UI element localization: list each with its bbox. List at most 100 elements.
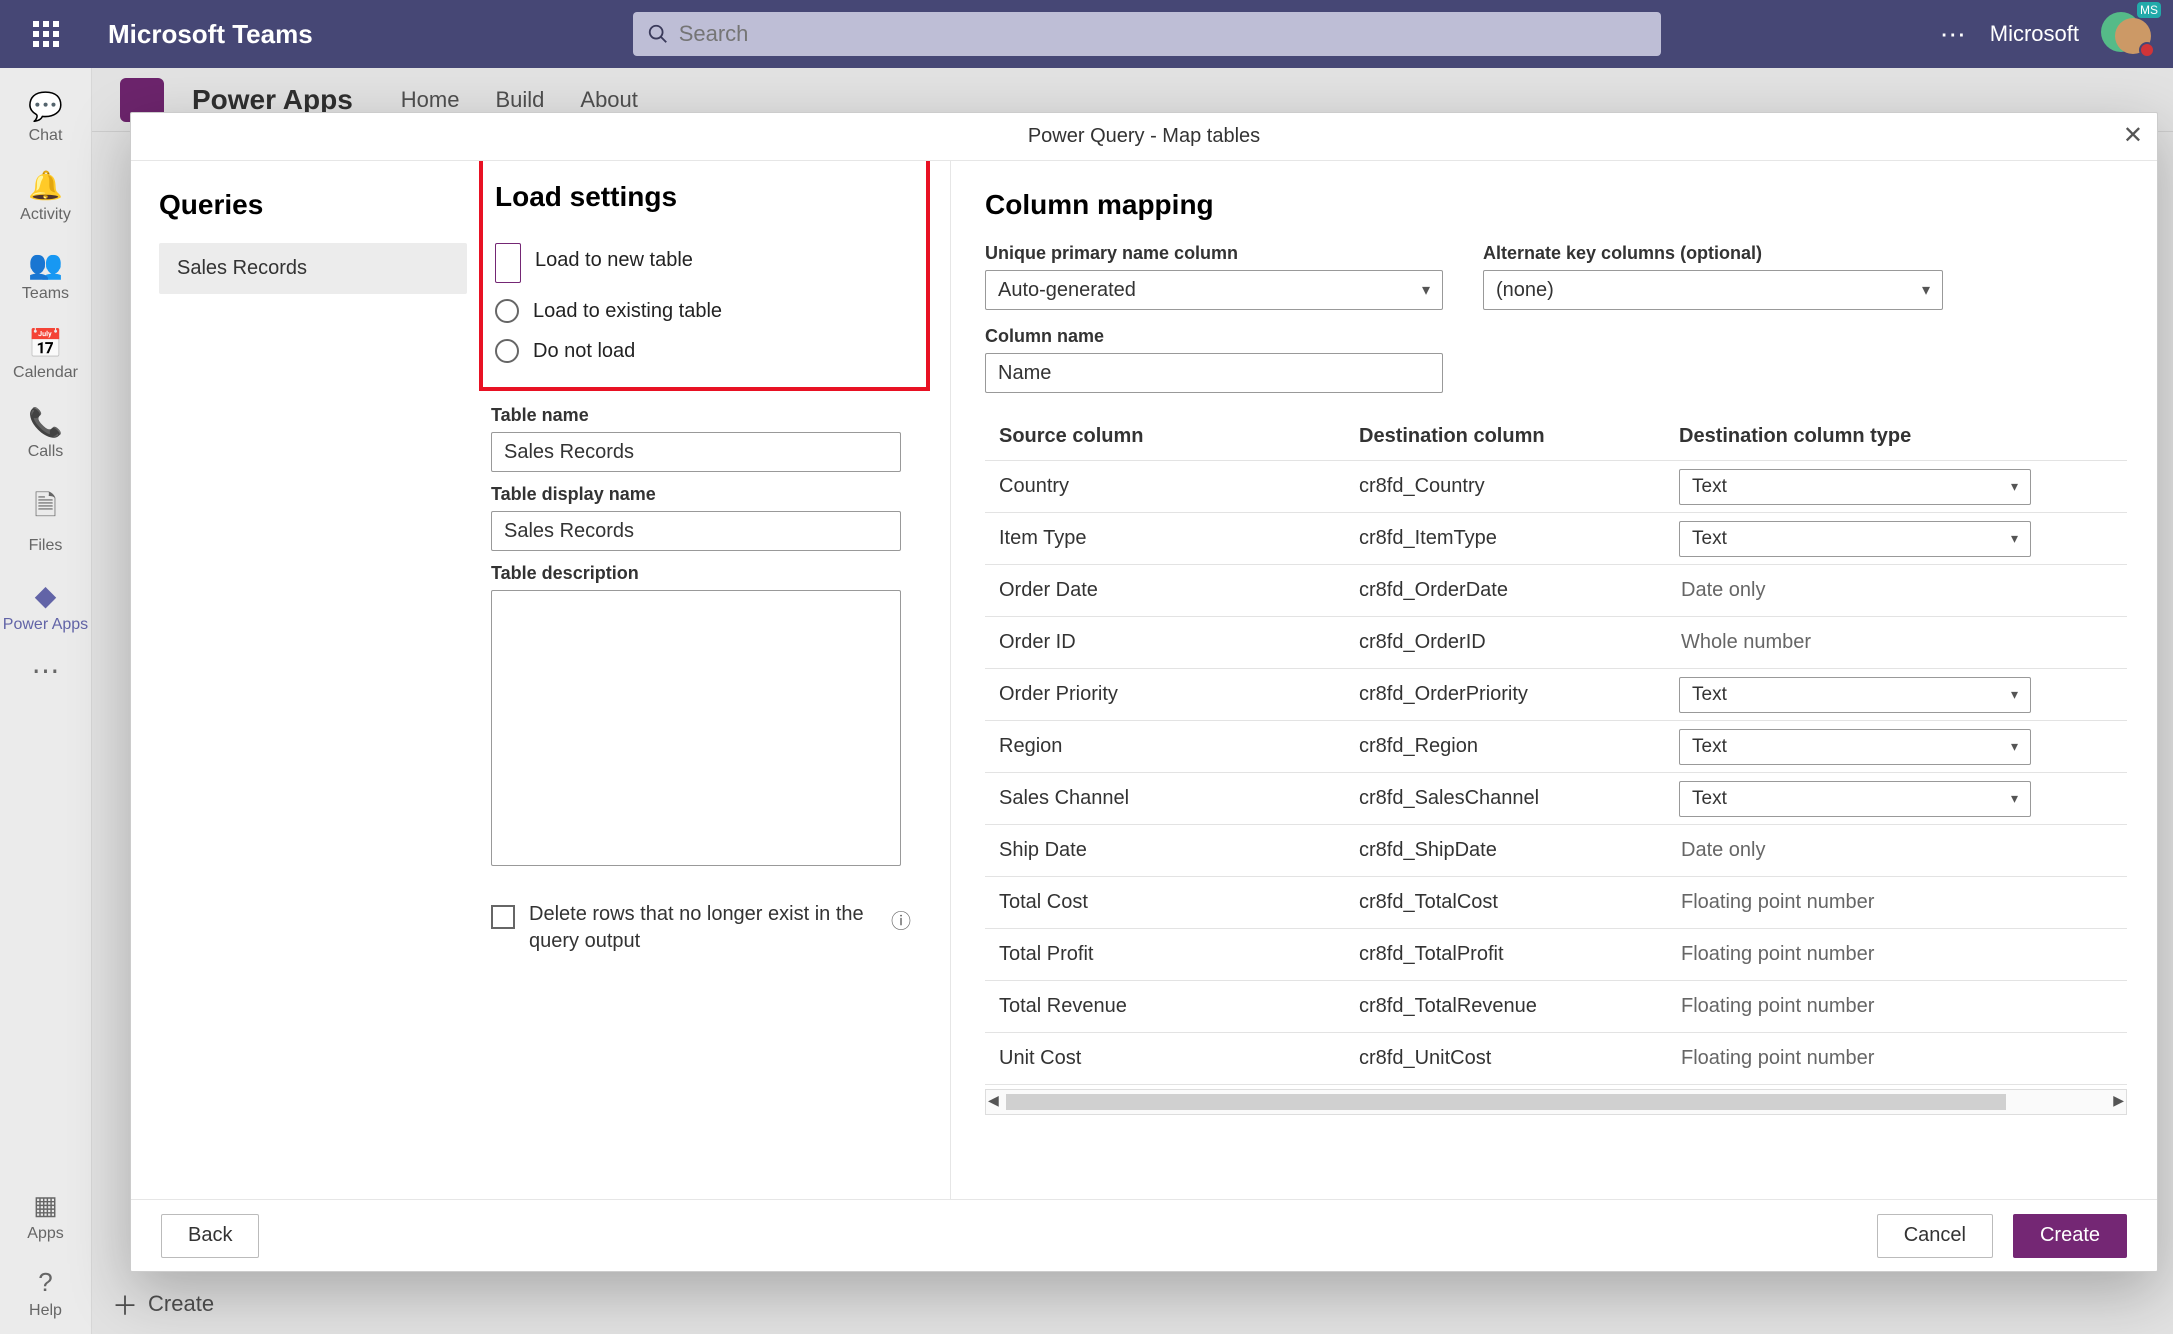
app-launcher-button[interactable] — [0, 21, 92, 47]
chevron-down-icon: ▾ — [2011, 478, 2018, 495]
load-option-none[interactable]: Do not load — [483, 333, 926, 373]
destination-column-cell: cr8fd_OrderPriority — [1359, 683, 1679, 706]
rail-item-activity[interactable]: 🔔Activity — [3, 159, 88, 238]
back-button[interactable]: Back — [161, 1214, 259, 1258]
mapping-row: Countrycr8fd_CountryText▾ — [985, 461, 2127, 513]
rail-item-label: Activity — [20, 206, 71, 223]
destination-type-select[interactable]: Text▾ — [1679, 677, 2031, 713]
rail-item-calendar[interactable]: 📅Calendar — [3, 317, 88, 396]
bg-tab[interactable]: About — [580, 87, 638, 113]
destination-type-readonly: Whole number — [1679, 631, 2127, 654]
destination-type-select[interactable]: Text▾ — [1679, 781, 2031, 817]
destination-type-select[interactable]: Text▾ — [1679, 729, 2031, 765]
destination-column-cell: cr8fd_ItemType — [1359, 527, 1679, 550]
source-column-cell: Unit Cost — [999, 1047, 1359, 1070]
bg-tab[interactable]: Home — [401, 87, 460, 113]
rail-item-apps[interactable]: ▦ Apps — [0, 1180, 91, 1257]
source-column-cell: Total Cost — [999, 891, 1359, 914]
destination-type-select[interactable]: Text ▾ — [1679, 521, 2031, 557]
header-source-column: Source column — [999, 425, 1359, 448]
search-input[interactable] — [679, 21, 1647, 47]
mapping-row: Sales Channelcr8fd_SalesChannelText▾ — [985, 773, 2127, 825]
radio-icon — [495, 299, 519, 323]
rail-item-help[interactable]: ? Help — [0, 1257, 91, 1334]
brand-title: Microsoft Teams — [108, 19, 313, 50]
destination-column-cell: cr8fd_OrderID — [1359, 631, 1679, 654]
waffle-icon — [33, 21, 59, 47]
source-column-cell: Total Profit — [999, 943, 1359, 966]
rail-item-chat[interactable]: 💬 Chat — [3, 80, 88, 159]
load-option-existing[interactable]: Load to existing table — [483, 293, 926, 333]
destination-column-cell: cr8fd_Country — [1359, 475, 1679, 498]
source-column-cell: Sales Channel — [999, 787, 1359, 810]
rail-item-label: Teams — [22, 285, 69, 302]
load-settings-highlight: Load settings Load to new table Load to … — [479, 161, 930, 391]
dialog-title: Power Query - Map tables — [1028, 125, 1260, 148]
source-column-cell: Country — [999, 475, 1359, 498]
radio-icon — [495, 339, 519, 363]
create-button[interactable]: Create — [2013, 1214, 2127, 1258]
load-settings-heading: Load settings — [483, 161, 926, 213]
select-value: Text — [1692, 528, 1727, 550]
destination-type-readonly: Date only — [1679, 579, 2127, 602]
dialog-titlebar: Power Query - Map tables ✕ — [131, 113, 2157, 161]
primary-key-label: Unique primary name column — [985, 243, 1443, 264]
mapping-row: Total Revenuecr8fd_TotalRevenueFloating … — [985, 981, 2127, 1033]
rail-item-label: Chat — [29, 127, 63, 144]
destination-type-readonly: Floating point number — [1679, 1047, 2127, 1070]
rail-item-files[interactable]: 🗎 Files — [3, 475, 88, 569]
rail-item-teams[interactable]: 👥Teams — [3, 238, 88, 317]
close-button[interactable]: ✕ — [2123, 121, 2143, 150]
select-value: Text — [1692, 736, 1727, 758]
chevron-down-icon: ▾ — [2011, 530, 2018, 547]
source-column-cell: Ship Date — [999, 839, 1359, 862]
delete-rows-checkbox[interactable] — [491, 905, 515, 929]
chat-icon: 💬 — [3, 90, 88, 123]
rail-item-label: Apps — [27, 1225, 63, 1242]
destination-type-select[interactable]: Text▾ — [1679, 469, 2031, 505]
queries-heading: Queries — [159, 189, 467, 221]
table-name-input[interactable] — [491, 432, 901, 472]
global-search[interactable] — [633, 12, 1661, 56]
avatar-badge: MS — [2137, 2, 2161, 18]
horizontal-scrollbar[interactable]: ◀ ▶ — [985, 1089, 2127, 1115]
chevron-down-icon: ▾ — [2011, 686, 2018, 703]
scrollbar-thumb[interactable] — [1006, 1094, 2006, 1110]
query-list-item[interactable]: Sales Records — [159, 243, 467, 294]
destination-type-readonly: Floating point number — [1679, 891, 2127, 914]
select-value: Auto-generated — [998, 279, 1136, 302]
plus-icon: ＋ — [112, 1286, 138, 1323]
destination-column-cell: cr8fd_TotalProfit — [1359, 943, 1679, 966]
source-column-cell: Item Type — [999, 527, 1359, 550]
table-description-input[interactable] — [491, 590, 901, 866]
table-name-label: Table name — [491, 405, 930, 426]
rail-item-label: Files — [29, 537, 63, 554]
account-button[interactable]: MS — [2101, 12, 2153, 56]
cancel-button[interactable]: Cancel — [1877, 1214, 1993, 1258]
alternate-key-label: Alternate key columns (optional) — [1483, 243, 1943, 264]
mapping-row: Total Costcr8fd_TotalCostFloating point … — [985, 877, 2127, 929]
column-name-input[interactable] — [985, 353, 1443, 393]
info-icon[interactable]: ⓘ — [891, 905, 911, 934]
search-icon — [647, 23, 669, 45]
mapping-row: Total Profitcr8fd_TotalProfitFloating po… — [985, 929, 2127, 981]
destination-column-cell: cr8fd_SalesChannel — [1359, 787, 1679, 810]
load-option-new[interactable]: Load to new table — [483, 231, 926, 293]
rail-more-button[interactable]: ⋯ — [32, 654, 60, 687]
source-column-cell: Order ID — [999, 631, 1359, 654]
teams-titlebar: Microsoft Teams ⋯ Microsoft MS — [0, 0, 2173, 68]
app-rail: 💬 Chat 🔔Activity👥Teams📅Calendar📞Calls 🗎 File… — [0, 68, 92, 1334]
bg-tab[interactable]: Build — [495, 87, 544, 113]
primary-key-select[interactable]: Auto-generated ▾ — [985, 270, 1443, 310]
radio-label: Load to new table — [535, 249, 693, 272]
more-options-button[interactable]: ⋯ — [1940, 19, 1968, 50]
rail-item-powerapps[interactable]: ◆Power Apps — [3, 569, 88, 648]
chevron-down-icon: ▾ — [1422, 280, 1430, 300]
rail-item-calls[interactable]: 📞Calls — [3, 396, 88, 475]
files-icon: 🗎 — [3, 485, 88, 533]
table-display-name-input[interactable] — [491, 511, 901, 551]
calls-icon: 📞 — [3, 406, 88, 439]
alternate-key-select[interactable]: (none) ▾ — [1483, 270, 1943, 310]
footer-create-button[interactable]: ＋ Create — [92, 1274, 2173, 1334]
footer-create-label: Create — [148, 1291, 214, 1317]
